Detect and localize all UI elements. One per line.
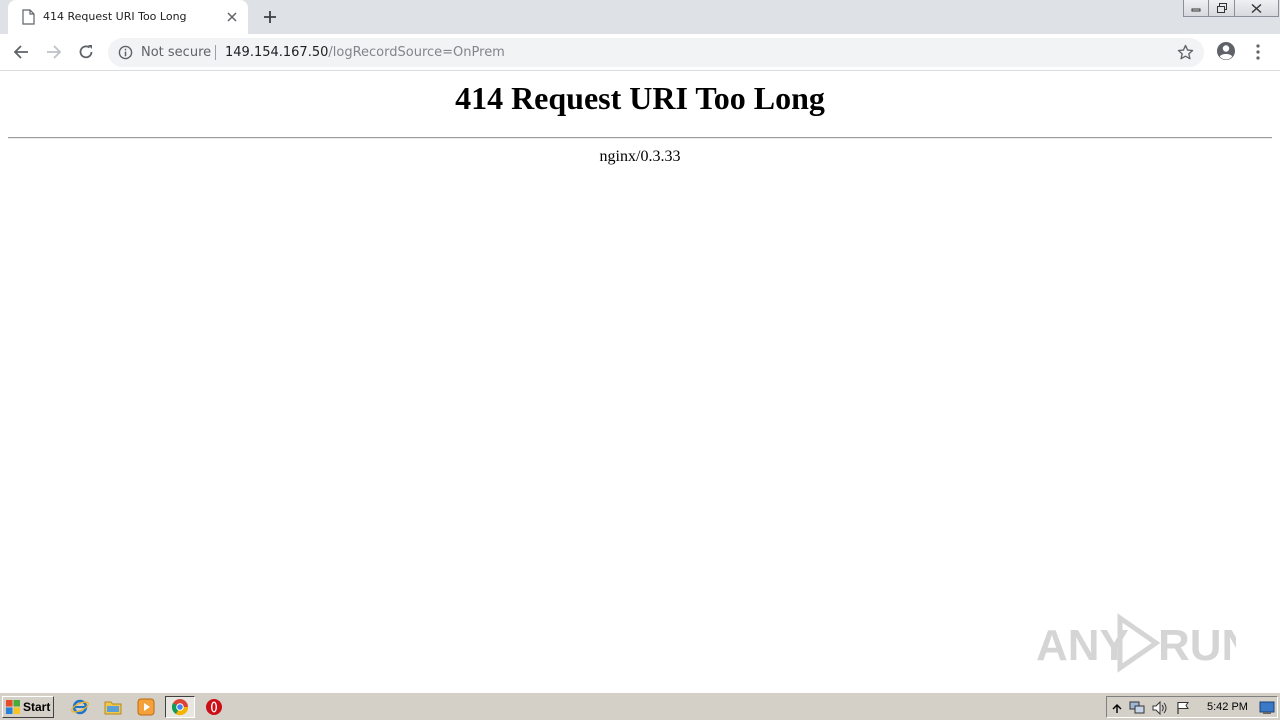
- restore-button[interactable]: [1209, 0, 1235, 17]
- svg-text:ANY: ANY: [1036, 621, 1129, 670]
- arrow-left-icon[interactable]: [9, 40, 33, 64]
- svg-text:RUN: RUN: [1158, 621, 1236, 670]
- chrome-taskbar-button[interactable]: [165, 696, 195, 718]
- server-signature: nginx/0.3.33: [599, 148, 681, 165]
- address-separator: [215, 45, 216, 60]
- system-tray: 5:42 PM: [1106, 696, 1278, 718]
- page-icon: [22, 9, 35, 25]
- chevron-up-icon[interactable]: [1109, 700, 1125, 716]
- minimize-button[interactable]: [1183, 0, 1209, 17]
- page-content: 414 Request URI Too Long nginx/0.3.33 AN…: [0, 72, 1280, 692]
- tab-title: 414 Request URI Too Long: [43, 10, 187, 23]
- clock[interactable]: 5:42 PM: [1207, 701, 1248, 713]
- flag-icon[interactable]: [1175, 700, 1191, 716]
- url-text[interactable]: 149.154.167.50/logRecordSource=OnPrem: [225, 45, 505, 60]
- star-icon[interactable]: [1177, 44, 1194, 61]
- kebab-menu-icon[interactable]: [1250, 42, 1266, 62]
- browser-toolbar: Not secure 149.154.167.50/logRecordSourc…: [0, 34, 1280, 71]
- reload-icon[interactable]: [74, 40, 98, 64]
- browser-tab[interactable]: 414 Request URI Too Long: [8, 0, 248, 34]
- opera-icon[interactable]: [204, 697, 224, 717]
- file-explorer-icon[interactable]: [103, 697, 123, 717]
- profile-icon[interactable]: [1215, 40, 1237, 62]
- start-button[interactable]: Start: [2, 696, 54, 718]
- url-host: 149.154.167.50: [225, 45, 329, 60]
- start-label: Start: [23, 700, 51, 714]
- windows-logo-icon: [6, 700, 20, 714]
- window-close-button[interactable]: [1235, 0, 1279, 17]
- tab-strip: 414 Request URI Too Long: [0, 0, 1280, 34]
- chrome-icon: [171, 699, 189, 716]
- address-bar[interactable]: Not secure 149.154.167.50/logRecordSourc…: [108, 38, 1204, 67]
- network-icon[interactable]: [1129, 700, 1145, 716]
- anyrun-watermark-logo: ANY RUN: [1036, 613, 1236, 673]
- close-icon[interactable]: [224, 9, 240, 25]
- url-path: /logRecordSource=OnPrem: [328, 45, 505, 60]
- plus-icon[interactable]: [259, 6, 281, 28]
- page-title: 414 Request URI Too Long: [455, 80, 825, 116]
- arrow-right-icon[interactable]: [42, 40, 66, 64]
- security-label[interactable]: Not secure: [141, 45, 211, 60]
- volume-icon[interactable]: [1152, 700, 1168, 716]
- internet-explorer-icon[interactable]: [70, 697, 90, 717]
- window-controls: [1183, 0, 1279, 18]
- info-icon[interactable]: [118, 45, 133, 60]
- show-desktop-icon[interactable]: [1259, 700, 1275, 716]
- media-player-icon[interactable]: [136, 697, 156, 717]
- taskbar: Start 5:42 PM: [0, 692, 1280, 720]
- horizontal-rule: [8, 137, 1272, 139]
